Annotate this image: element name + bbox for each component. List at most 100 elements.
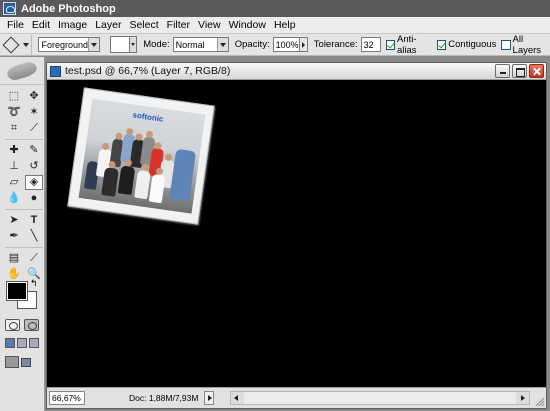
marquee-tool-icon[interactable]: ⬚ (5, 89, 23, 104)
eyedropper-tool-icon[interactable]: ⟋ (25, 251, 43, 266)
full-screen-mode-icon[interactable] (29, 338, 39, 348)
options-bar: Foreground Mode: Normal Opacity: 100% To… (0, 34, 550, 56)
app-titlebar: Adobe Photoshop (0, 0, 550, 17)
doc-size-info: Doc: 1,88M/7,93M (129, 393, 199, 403)
tool-preset-picker[interactable] (0, 34, 33, 55)
all-layers-checkbox[interactable] (501, 39, 511, 50)
zoom-level-input[interactable]: 66,67% (49, 391, 85, 405)
imageready-arrow-icon (21, 357, 31, 367)
document-canvas[interactable]: softonic (47, 81, 546, 388)
clone-stamp-tool-icon[interactable]: ⊥ (5, 159, 23, 174)
menu-edit[interactable]: Edit (28, 19, 54, 31)
scroll-track[interactable] (244, 392, 516, 404)
menu-layer[interactable]: Layer (91, 19, 125, 31)
polaroid-photo-layer[interactable]: softonic (67, 87, 215, 225)
tolerance-label: Tolerance: (313, 39, 358, 50)
color-swatches: ↰ (5, 278, 41, 310)
feather-logo-icon[interactable] (5, 59, 39, 82)
document-title: test.psd @ 66,7% (Layer 7, RGB/8) (65, 65, 231, 77)
path-selection-tool-icon[interactable]: ➤ (5, 213, 23, 228)
pattern-swatch[interactable] (109, 36, 130, 53)
paint-bucket-tool-icon[interactable]: ◈ (25, 175, 43, 190)
person-head (108, 160, 116, 169)
imageready-icon (5, 356, 19, 368)
mode-label: Mode: (143, 39, 170, 50)
group-photo: softonic (78, 98, 206, 214)
notes-tool-icon[interactable]: ▤ (5, 251, 23, 266)
photo-logo-text: softonic (132, 110, 165, 124)
line-tool-icon[interactable]: ╲ (25, 229, 43, 244)
photoshop-app-icon[interactable] (3, 2, 16, 15)
person-figure (117, 165, 136, 196)
toolbox: ⬚ ✥ ➰ ✶ ⌗ ⟋ ✚ ✎ ⊥ ↺ ▱ ◈ 💧 ● ➤ T ✒ ╲ ▤ ⟋ … (0, 57, 45, 411)
mask-modes (5, 319, 39, 331)
anti-alias-label: Anti-alias (396, 33, 417, 56)
menu-select[interactable]: Select (125, 19, 162, 31)
fill-source-value: Foreground (41, 39, 88, 50)
menu-window[interactable]: Window (225, 19, 270, 31)
horizontal-scrollbar[interactable] (230, 391, 530, 405)
window-buttons (495, 64, 544, 78)
blur-tool-icon[interactable]: 💧 (5, 191, 23, 206)
document-window: test.psd @ 66,7% (Layer 7, RGB/8) softon… (46, 62, 547, 409)
move-tool-icon[interactable]: ✥ (25, 89, 43, 104)
opacity-label: Opacity: (234, 39, 270, 50)
toolbox-divider (5, 247, 43, 248)
slice-tool-icon[interactable]: ⟋ (25, 121, 43, 136)
person-figure (101, 167, 119, 197)
close-button[interactable] (529, 64, 544, 78)
scroll-left-icon[interactable] (231, 392, 244, 404)
tools-grid: ⬚ ✥ ➰ ✶ ⌗ ⟋ ✚ ✎ ⊥ ↺ ▱ ◈ 💧 ● ➤ T ✒ ╲ ▤ ⟋ … (0, 85, 44, 282)
document-titlebar[interactable]: test.psd @ 66,7% (Layer 7, RGB/8) (47, 63, 546, 80)
person-figure (169, 148, 197, 202)
toolbox-divider (5, 209, 43, 210)
chevron-down-icon (216, 38, 228, 51)
quick-mask-mode-icon[interactable] (24, 319, 39, 331)
minimize-button[interactable] (495, 64, 510, 78)
anti-alias-checkbox[interactable] (385, 39, 395, 50)
menu-filter[interactable]: Filter (163, 19, 194, 31)
magic-wand-tool-icon[interactable]: ✶ (25, 105, 43, 120)
maximize-button[interactable] (512, 64, 527, 78)
app-title: Adobe Photoshop (21, 2, 116, 15)
opacity-slider-button[interactable] (299, 37, 308, 52)
scroll-right-icon[interactable] (516, 392, 529, 404)
menu-view[interactable]: View (194, 19, 225, 31)
person-figure (134, 169, 151, 200)
menu-help[interactable]: Help (270, 19, 300, 31)
toolbox-divider (5, 139, 43, 140)
foreground-color-swatch[interactable] (6, 281, 28, 301)
contiguous-checkbox[interactable] (437, 39, 447, 50)
jump-to-imageready-button[interactable] (5, 355, 37, 369)
mode-select[interactable]: Normal (172, 37, 229, 52)
chevron-down-icon (22, 42, 29, 47)
opacity-input[interactable]: 100% (272, 37, 300, 52)
full-screen-menu-mode-icon[interactable] (17, 338, 27, 348)
dodge-tool-icon[interactable]: ● (25, 191, 43, 206)
screen-modes (5, 338, 39, 348)
menubar: File Edit Image Layer Select Filter View… (0, 17, 550, 34)
menu-image[interactable]: Image (54, 19, 91, 31)
chevron-down-icon (87, 38, 99, 51)
contiguous-label: Contiguous (448, 39, 497, 50)
all-layers-label: All Layers (512, 33, 542, 56)
pattern-dropdown-button[interactable] (129, 36, 138, 53)
standard-screen-mode-icon[interactable] (5, 338, 15, 348)
brush-tool-icon[interactable]: ✎ (25, 143, 43, 158)
tolerance-input[interactable]: 32 (360, 37, 381, 52)
history-brush-tool-icon[interactable]: ↺ (25, 159, 43, 174)
person-head (141, 163, 149, 172)
toolbox-header (0, 57, 44, 85)
type-tool-icon[interactable]: T (25, 213, 43, 228)
standard-mode-icon[interactable] (5, 319, 20, 331)
menu-file[interactable]: File (3, 19, 28, 31)
resize-grip-icon[interactable] (533, 395, 545, 407)
swap-colors-icon[interactable]: ↰ (30, 278, 38, 289)
healing-brush-tool-icon[interactable]: ✚ (5, 143, 23, 158)
status-menu-arrow-icon[interactable] (204, 391, 215, 405)
eraser-tool-icon[interactable]: ▱ (5, 175, 23, 190)
lasso-tool-icon[interactable]: ➰ (5, 105, 23, 120)
pen-tool-icon[interactable]: ✒ (5, 229, 23, 244)
fill-source-select[interactable]: Foreground (38, 37, 100, 52)
crop-tool-icon[interactable]: ⌗ (5, 121, 23, 136)
